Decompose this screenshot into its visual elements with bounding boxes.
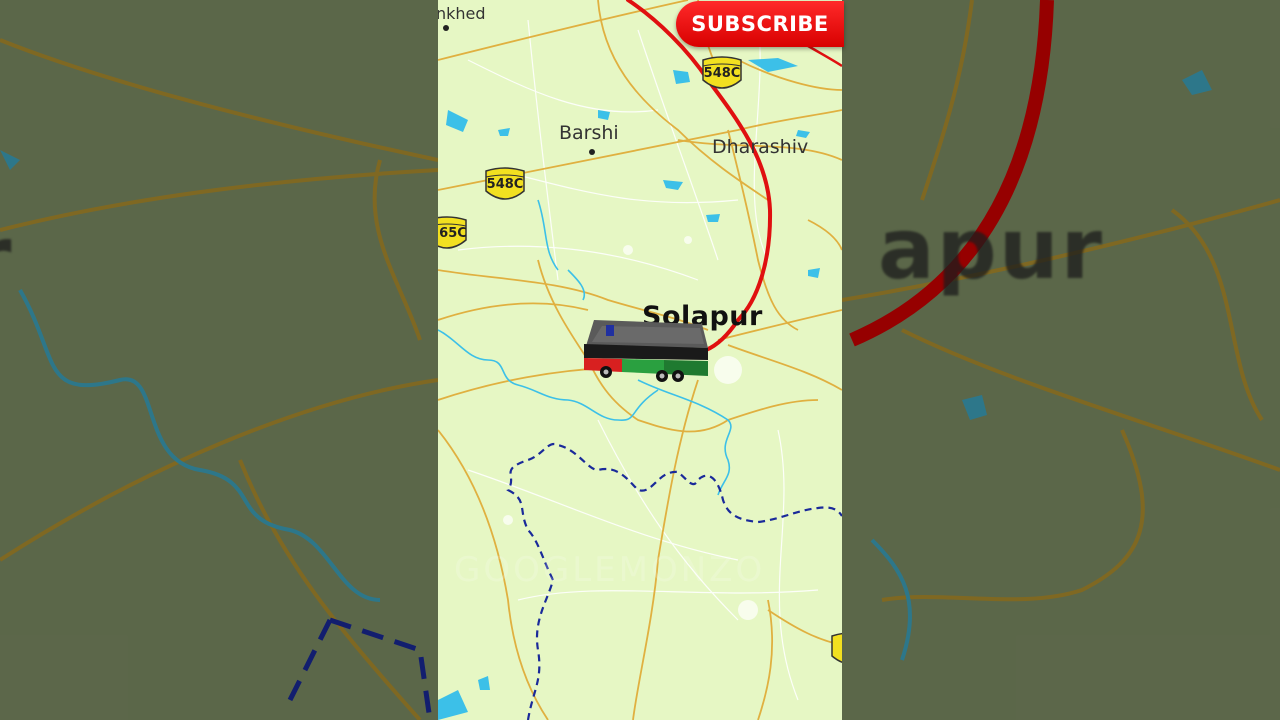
highway-shield-edge	[830, 632, 842, 670]
bus-icon	[582, 318, 712, 392]
right-shade-overlay	[842, 0, 1280, 720]
town-dot-nkhed	[443, 25, 449, 31]
highway-shield-65c: 65C	[438, 216, 468, 254]
right-blurred-background: apur	[842, 0, 1280, 720]
town-dot-barshi	[589, 149, 595, 155]
left-shade-overlay	[0, 0, 438, 720]
highway-shield-548c-mid: 548C	[484, 167, 526, 205]
highway-shield-548c-top: 548C	[701, 56, 743, 94]
right-blurred-label: apur	[878, 200, 1105, 298]
highway-shield-65c-label: 65C	[439, 226, 467, 241]
map-label-dharashiv: Dharashiv	[712, 136, 809, 158]
highway-shield-548c-mid-label: 548C	[486, 177, 524, 192]
map-label-barshi: Barshi	[559, 122, 619, 144]
subscribe-button[interactable]: SUBSCRIBE	[676, 1, 844, 47]
left-blurred-label: r	[0, 208, 13, 306]
highway-shield-548c-top-label: 548C	[703, 66, 741, 81]
map-label-nkhed: nkhed	[438, 4, 486, 23]
left-blurred-background: r	[0, 0, 438, 720]
watermark-text: GOOGLEMONZO	[454, 550, 766, 590]
